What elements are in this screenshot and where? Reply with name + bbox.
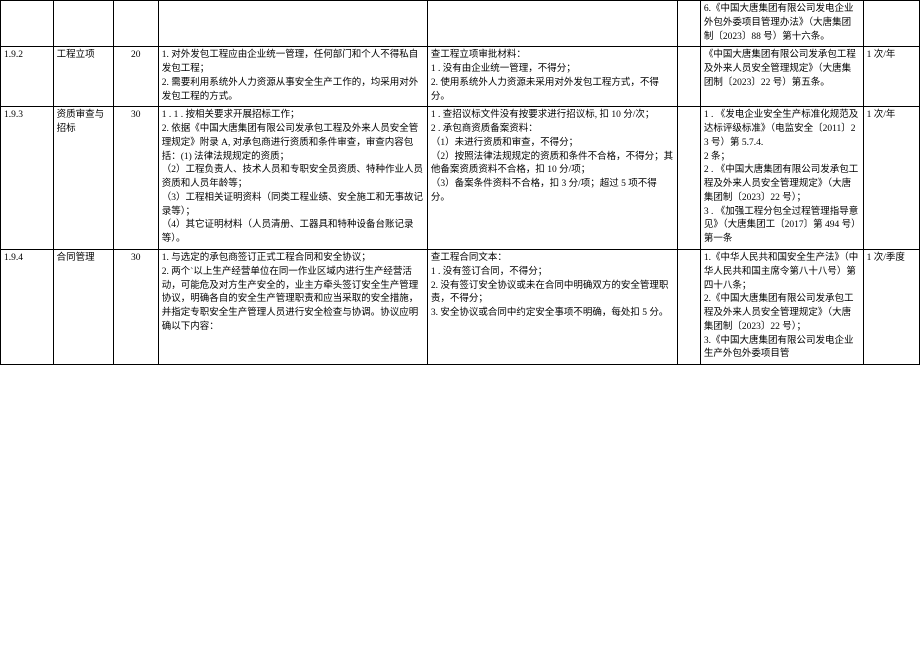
cell-name: 资质审查与招标 bbox=[53, 107, 113, 250]
cell-c4: 1. 对外发包工程应由企业统一管理，任何部门和个人不得私自发包工程；2. 需要利… bbox=[158, 47, 427, 107]
cell-name: 合同管理 bbox=[53, 250, 113, 365]
cell-score: 30 bbox=[113, 250, 158, 365]
cell-c8: 1 次/季度 bbox=[863, 250, 919, 365]
cell-id: 1.9.4 bbox=[1, 250, 54, 365]
standards-table: 6.《中国大唐集团有限公司发电企业外包外委项目管理办法》（大唐集团制〔2023〕… bbox=[0, 0, 920, 365]
table-row: 1.9.3资质审查与招标301 . 1 . 按相关要求开展招标工作；2. 依据《… bbox=[1, 107, 920, 250]
cell-c5: 查工程合同文本：1 . 没有签订合同，不得分；2. 没有签订安全协议或未在合同中… bbox=[427, 250, 677, 365]
cell-c6 bbox=[678, 47, 701, 107]
cell-id: 1.9.3 bbox=[1, 107, 54, 250]
cell-c8: 1 次/年 bbox=[863, 107, 919, 250]
table-row: 1.9.2工程立项201. 对外发包工程应由企业统一管理，任何部门和个人不得私自… bbox=[1, 47, 920, 107]
cell-c6 bbox=[678, 107, 701, 250]
cell-score bbox=[113, 1, 158, 47]
cell-c7: 6.《中国大唐集团有限公司发电企业外包外委项目管理办法》（大唐集团制〔2023〕… bbox=[700, 1, 863, 47]
table-row: 6.《中国大唐集团有限公司发电企业外包外委项目管理办法》（大唐集团制〔2023〕… bbox=[1, 1, 920, 47]
cell-c8 bbox=[863, 1, 919, 47]
cell-score: 20 bbox=[113, 47, 158, 107]
cell-name bbox=[53, 1, 113, 47]
cell-c4 bbox=[158, 1, 427, 47]
cell-c5: 1 . 查招议标文件没有按要求进行招议标, 扣 10 分/次；2 . 承包商资质… bbox=[427, 107, 677, 250]
cell-score: 30 bbox=[113, 107, 158, 250]
cell-id bbox=[1, 1, 54, 47]
cell-c6 bbox=[678, 250, 701, 365]
cell-c4: 1. 与选定的承包商签订正式工程合同和安全协议；2. 两个`以上生产经营单位在同… bbox=[158, 250, 427, 365]
cell-name: 工程立项 bbox=[53, 47, 113, 107]
cell-c5 bbox=[427, 1, 677, 47]
cell-id: 1.9.2 bbox=[1, 47, 54, 107]
cell-c4: 1 . 1 . 按相关要求开展招标工作；2. 依据《中国大唐集团有限公司发承包工… bbox=[158, 107, 427, 250]
cell-c5: 查工程立项审批材料：1 . 没有由企业统一管理，不得分；2. 使用系统外人力资源… bbox=[427, 47, 677, 107]
cell-c8: 1 次/年 bbox=[863, 47, 919, 107]
table-row: 1.9.4合同管理301. 与选定的承包商签订正式工程合同和安全协议；2. 两个… bbox=[1, 250, 920, 365]
cell-c7: 《中国大唐集团有限公司发承包工程及外来人员安全管理规定》（大唐集团制〔2023〕… bbox=[700, 47, 863, 107]
cell-c7: 1.《中华人民共和国安全生产法》（中华人民共和国主席令第八十八号）第四十八条；2… bbox=[700, 250, 863, 365]
cell-c7: 1 . 《发电企业安全生产标准化规范及达标评级标准》（电监安全〔2011〕23 … bbox=[700, 107, 863, 250]
cell-c6 bbox=[678, 1, 701, 47]
